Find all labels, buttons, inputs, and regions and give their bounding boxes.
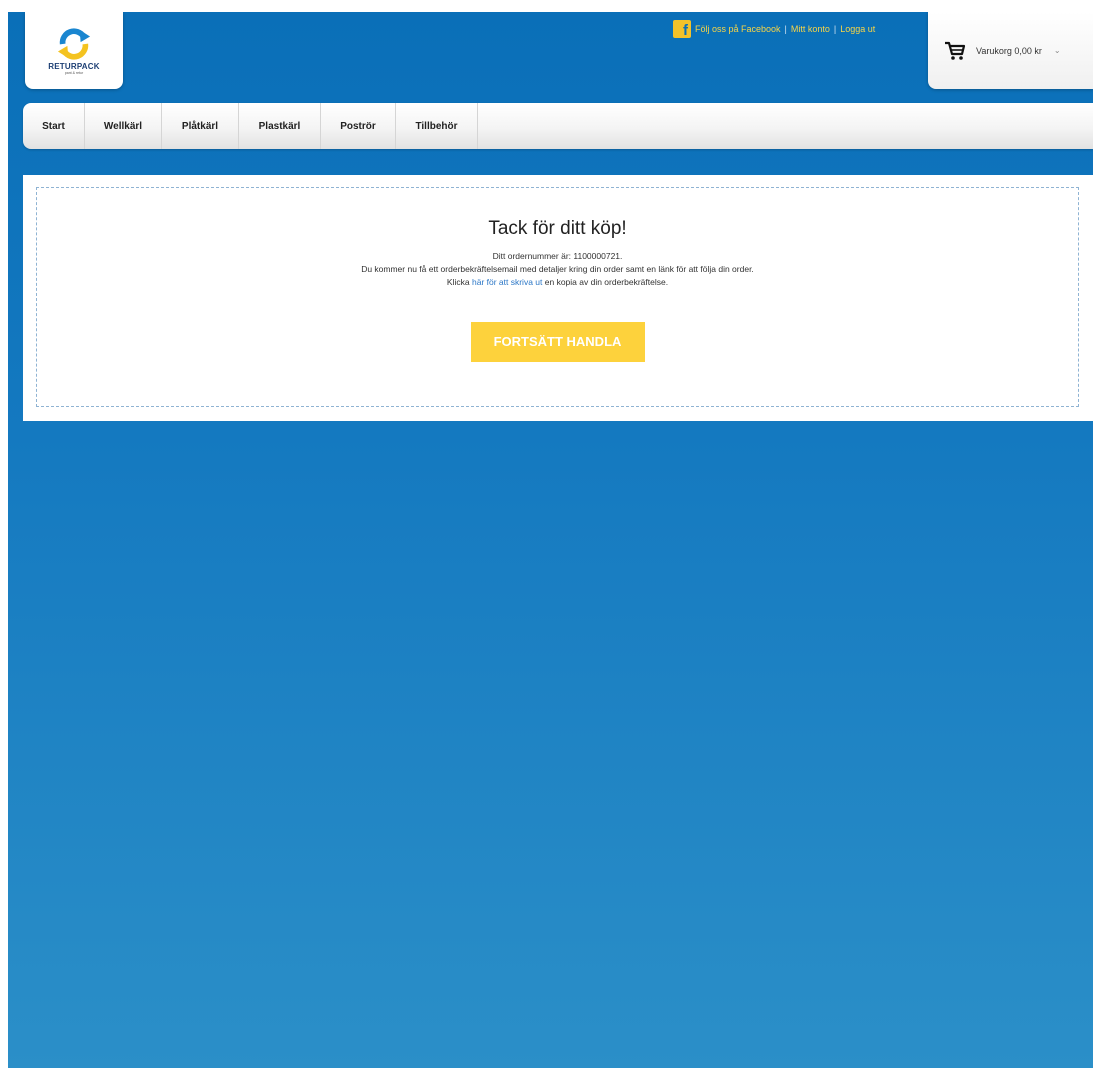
order-number-text: Ditt ordernummer är: 1100000721. <box>492 251 623 261</box>
order-confirmation-panel: Tack för ditt köp! Ditt ordernummer är: … <box>23 175 1093 421</box>
continue-shopping-button[interactable]: FORTSÄTT HANDLA <box>470 322 645 362</box>
print-info-text: Klicka här för att skriva ut en kopia av… <box>37 276 1078 289</box>
facebook-link[interactable]: Följ oss på Facebook <box>695 24 781 34</box>
link-separator: | <box>833 24 837 34</box>
logout-link[interactable]: Logga ut <box>840 24 875 34</box>
print-prefix: Klicka <box>446 277 470 287</box>
link-separator: | <box>784 24 787 34</box>
page-background: RETURPACK pant & retur f Följ oss på Fac… <box>8 12 1093 1068</box>
nav-item-wellkarl[interactable]: Wellkärl <box>85 103 162 149</box>
nav-item-start[interactable]: Start <box>23 103 85 149</box>
shopping-cart-icon <box>945 41 966 60</box>
nav-item-plastkarl[interactable]: Plastkärl <box>239 103 321 149</box>
email-info-text: Du kommer nu få ett orderbekräftelsemail… <box>361 264 754 274</box>
main-navigation: Start Wellkärl Plåtkärl Plastkärl Poströ… <box>23 103 1093 149</box>
cart-total-label: Varukorg 0,00 kr <box>976 45 1042 56</box>
recycle-arrows-icon <box>57 27 91 60</box>
facebook-icon[interactable]: f <box>673 20 691 38</box>
confirmation-box: Tack för ditt köp! Ditt ordernummer är: … <box>36 187 1079 407</box>
logo-tagline: pant & retur <box>64 70 84 75</box>
print-suffix: en kopia av din orderbekräftelse. <box>544 277 669 287</box>
site-logo[interactable]: RETURPACK pant & retur <box>25 12 123 89</box>
page-title: Tack för ditt köp! <box>488 218 627 239</box>
my-account-link[interactable]: Mitt konto <box>791 24 830 34</box>
nav-item-platkarl[interactable]: Plåtkärl <box>162 103 239 149</box>
nav-item-postror[interactable]: Poströr <box>321 103 396 149</box>
cart-button[interactable]: Varukorg 0,00 kr ⌄ <box>928 12 1093 89</box>
header-top-links: f Följ oss på Facebook | Mitt konto | Lo… <box>673 19 875 39</box>
print-order-link[interactable]: här för att skriva ut <box>472 277 542 287</box>
nav-item-tillbehor[interactable]: Tillbehör <box>396 103 478 149</box>
chevron-down-icon: ⌄ <box>1053 46 1061 55</box>
logo-wordmark: RETURPACK <box>48 61 100 71</box>
